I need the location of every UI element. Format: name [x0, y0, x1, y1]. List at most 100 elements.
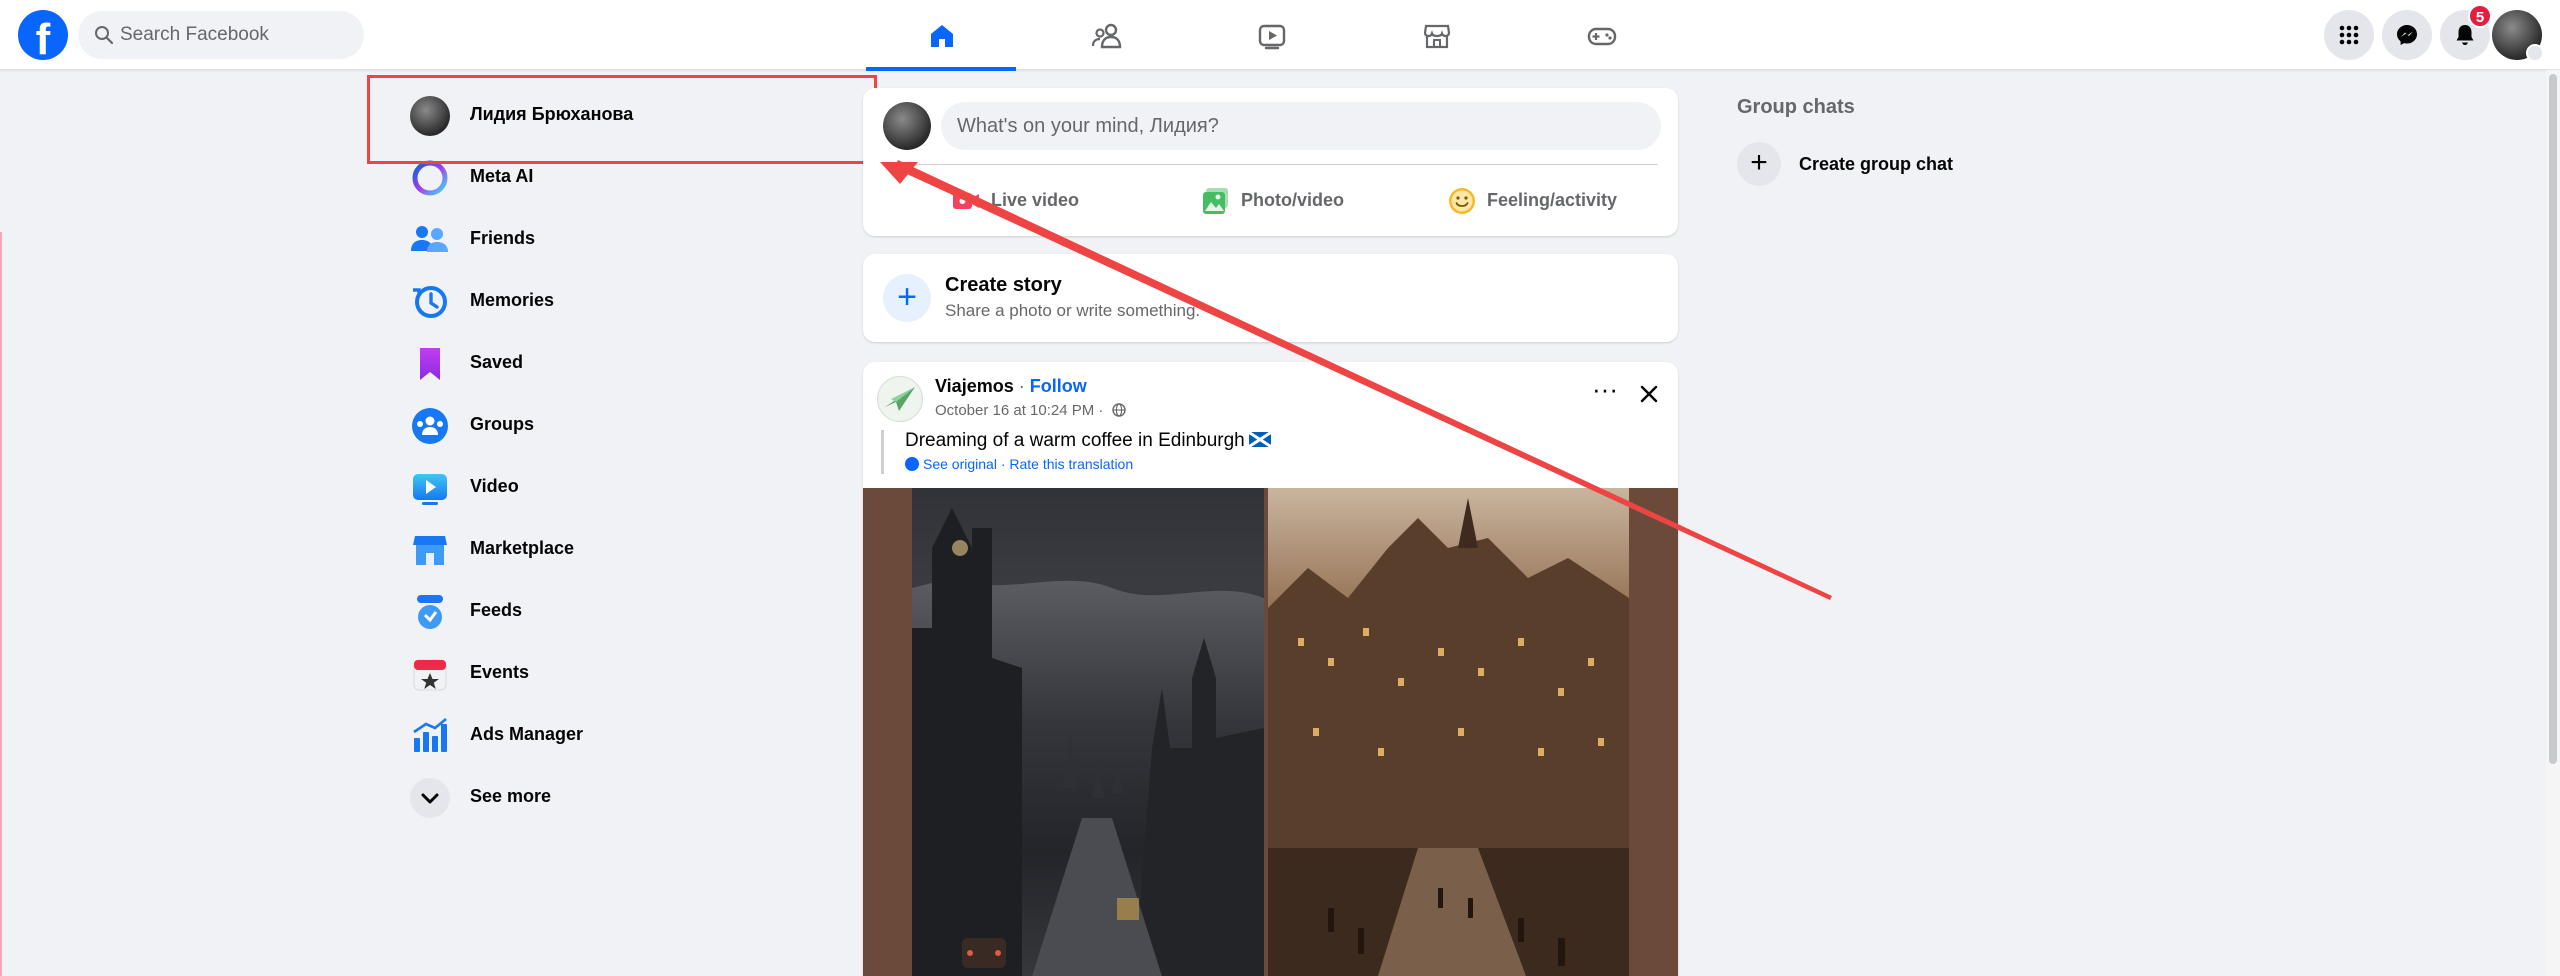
tab-gaming[interactable] [1526, 0, 1676, 70]
friends-icon [1091, 23, 1122, 49]
post-timestamp[interactable]: October 16 at 10:24 PM · [935, 402, 1103, 419]
composer-input[interactable]: What's on your mind, Лидия? [941, 102, 1661, 150]
post-author-line: Viajemos · Follow [935, 376, 1087, 397]
ads-manager-icon [413, 717, 447, 752]
more-options-icon[interactable]: ··· [1587, 376, 1623, 412]
feeds-icon [417, 595, 443, 629]
sidebar-item-label: Saved [470, 352, 524, 372]
scrollbar-thumb[interactable] [2549, 74, 2557, 764]
video-icon [1258, 24, 1286, 50]
chevron-down-icon [410, 778, 450, 818]
post-author[interactable]: Viajemos [935, 376, 1014, 396]
sidebar-item-video[interactable]: Video [408, 460, 868, 516]
post-text-content: Dreaming of a warm coffee in Edinburgh [905, 430, 1245, 451]
create-story-title: Create story [945, 274, 1062, 296]
post-photo-right[interactable] [1268, 488, 1629, 976]
live-video-label: Live video [991, 190, 1080, 210]
photo-video-button[interactable]: Photo/video [1201, 176, 1401, 224]
tab-home[interactable] [866, 0, 1016, 71]
sidebar-item-label: Memories [470, 290, 555, 310]
post-text: Dreaming of a warm coffee in Edinburgh [905, 430, 1271, 452]
sidebar-item-marketplace[interactable]: Marketplace [408, 522, 868, 578]
follow-link[interactable]: Follow [1030, 376, 1087, 396]
sidebar-item-label: Video [470, 476, 519, 496]
sidebar-item-label: Friends [470, 228, 536, 248]
search-box[interactable] [78, 11, 364, 59]
page-scrollbar[interactable] [2546, 70, 2560, 976]
tab-video[interactable] [1196, 0, 1346, 70]
composer-divider [883, 164, 1658, 165]
sidebar-item-see-more[interactable]: See more [408, 770, 868, 826]
notifications-button[interactable]: 5 [2440, 4, 2492, 60]
annotation-highlight-box [367, 75, 877, 164]
plus-icon: + [883, 274, 931, 322]
post-media[interactable] [863, 488, 1678, 976]
left-edge-line [0, 232, 2, 976]
sidebar-item-friends[interactable]: Friends [408, 212, 868, 268]
page-avatar[interactable] [877, 376, 923, 422]
close-icon[interactable] [1631, 376, 1667, 412]
photo-video-label: Photo/video [1241, 190, 1344, 210]
search-input[interactable] [120, 11, 350, 59]
account-avatar[interactable] [2492, 10, 2544, 62]
create-group-chat-button[interactable]: + Create group chat [1737, 138, 2057, 186]
plus-icon: + [1737, 142, 1781, 186]
feeling-activity-button[interactable]: Feeling/activity [1447, 176, 1667, 224]
sidebar-item-label: See more [470, 786, 552, 806]
composer-avatar[interactable] [883, 102, 931, 150]
messenger-button[interactable] [2382, 10, 2432, 60]
chevron-down-icon [2526, 44, 2544, 62]
edinburgh-street-dark-image [912, 488, 1264, 976]
messenger-icon [2397, 25, 2417, 45]
facebook-logo-letter: f [35, 15, 51, 60]
paper-plane-logo-icon [885, 387, 915, 411]
top-navigation-bar: f Search Facebook 5 [0, 0, 2560, 71]
groups-icon [412, 408, 448, 444]
sidebar-item-memories[interactable]: Memories [408, 274, 868, 330]
create-story-card[interactable]: + Create story Share a photo or write so… [863, 254, 1678, 342]
gaming-icon [1587, 27, 1617, 46]
sidebar-item-feeds[interactable]: Feeds [408, 584, 868, 640]
menu-button[interactable] [2324, 10, 2374, 60]
post-photo-left[interactable] [912, 488, 1264, 976]
see-original-link[interactable]: See original [923, 456, 997, 472]
create-story-subtitle: Share a photo or write something. [945, 301, 1201, 320]
feed-post: Viajemos · Follow October 16 at 10:24 PM… [863, 362, 1678, 976]
translation-quote-bar [881, 430, 884, 474]
sidebar-item-label: Events [470, 662, 530, 682]
marketplace-icon [1423, 24, 1451, 49]
translation-separator: · [996, 456, 1010, 472]
tab-friends[interactable] [1031, 0, 1181, 70]
feeling-activity-label: Feeling/activity [1487, 190, 1618, 210]
sidebar-item-saved[interactable]: Saved [408, 336, 868, 392]
translate-gear-icon [905, 457, 919, 471]
sidebar-item-groups[interactable]: Groups [408, 398, 868, 454]
search-icon [95, 26, 114, 45]
sidebar-item-events[interactable]: Events [408, 646, 868, 702]
rate-translation-link[interactable]: Rate this translation [1009, 456, 1133, 472]
post-separator: · [1013, 376, 1030, 396]
sidebar-item-label: Marketplace [470, 538, 575, 558]
globe-icon [1111, 403, 1126, 417]
memories-icon [413, 286, 447, 318]
sidebar-item-label: Meta AI [470, 166, 534, 186]
post-composer: What's on your mind, Лидия? Live video P… [863, 88, 1678, 236]
sidebar-item-label: Feeds [470, 600, 523, 620]
sidebar-item-ads-manager[interactable]: Ads Manager [408, 708, 868, 764]
edinburgh-street-evening-image [1268, 488, 1629, 976]
scotland-flag-icon [1248, 432, 1271, 447]
sidebar-item-label: Ads Manager [470, 724, 584, 744]
live-video-button[interactable]: Live video [951, 176, 1151, 224]
home-icon [931, 25, 953, 47]
grid-menu-icon [2339, 25, 2359, 45]
tab-marketplace[interactable] [1361, 0, 1511, 70]
saved-icon [420, 348, 440, 380]
group-chats-title: Group chats [1737, 96, 1855, 118]
photo-icon [1203, 188, 1228, 214]
marketplace-icon [413, 536, 447, 565]
create-group-chat-label: Create group chat [1799, 154, 1954, 174]
smiley-icon [1449, 188, 1475, 214]
video-icon [413, 474, 447, 505]
account-controls: 5 [2324, 4, 2544, 62]
facebook-logo[interactable]: f [18, 10, 68, 60]
